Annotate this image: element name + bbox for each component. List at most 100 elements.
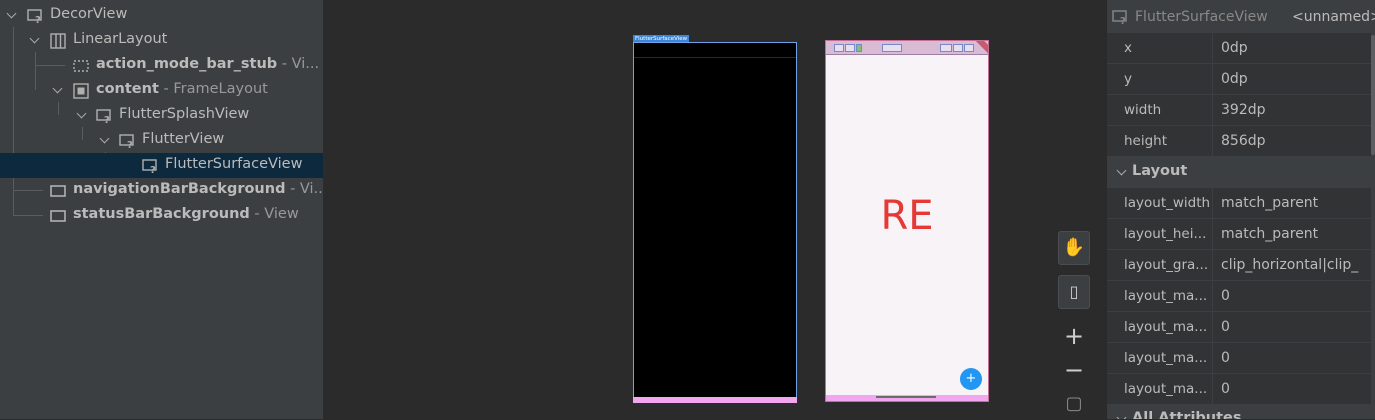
attr-row[interactable]: layout_ma... 0 xyxy=(1107,312,1371,343)
attributes-header: ? FlutterSurfaceView <unnamed> xyxy=(1107,0,1375,33)
attr-divider xyxy=(1212,188,1213,219)
tree-row-fluttersurfaceview[interactable]: ? FlutterSurfaceView xyxy=(0,153,323,178)
node-name: FlutterSplashView xyxy=(119,106,250,122)
node-separator: - xyxy=(249,206,265,222)
zoom-out-icon[interactable]: − xyxy=(1058,354,1090,386)
attr-divider xyxy=(1212,33,1213,64)
zoom-in-icon[interactable]: + xyxy=(1058,320,1090,352)
device-heading: RE xyxy=(880,193,934,239)
view-unknown-icon: ? xyxy=(1112,10,1127,25)
attr-row[interactable]: height 856dp xyxy=(1107,126,1371,157)
attr-row[interactable]: y 0dp xyxy=(1107,64,1371,95)
attr-divider xyxy=(1212,219,1213,250)
attr-row[interactable]: x 0dp xyxy=(1107,33,1371,64)
tree-row-action-mode-bar-stub[interactable]: action_mode_bar_stub - Vi... xyxy=(0,53,323,78)
wireframe-view[interactable] xyxy=(633,42,797,398)
node-name: action_mode_bar_stub xyxy=(96,56,278,72)
attr-key: layout_ma... xyxy=(1124,381,1208,397)
attr-row[interactable]: layout_width match_parent xyxy=(1107,188,1371,219)
svg-text:?: ? xyxy=(104,115,110,124)
chevron-down-icon[interactable] xyxy=(29,33,40,44)
scrollbar[interactable] xyxy=(1371,35,1375,155)
node-separator: - xyxy=(285,181,300,197)
section-title: All Attributes xyxy=(1132,410,1242,419)
tree-row-statusbarbackground[interactable]: statusBarBackground - View xyxy=(0,203,323,228)
chevron-down-icon[interactable] xyxy=(6,8,17,19)
node-name: navigationBarBackground xyxy=(73,181,286,197)
wireframe-divider xyxy=(634,57,796,58)
view-stub-icon xyxy=(73,60,89,72)
view-unknown-icon: ? xyxy=(119,134,134,149)
attr-value: 0dp xyxy=(1221,71,1248,87)
attributes-panel: ? FlutterSurfaceView <unnamed> x 0dp y 0dp… xyxy=(1107,0,1375,419)
attr-value: 0 xyxy=(1221,319,1230,335)
attr-divider xyxy=(1212,64,1213,95)
all-attributes-section-header[interactable]: All Attributes xyxy=(1107,404,1371,419)
device-status-bar xyxy=(826,41,988,55)
node-name: statusBarBackground xyxy=(73,206,250,222)
attr-row[interactable]: layout_gra... clip_horizontal|clip_ xyxy=(1107,250,1371,281)
node-type: Vi... xyxy=(291,56,320,72)
attr-key: layout_ma... xyxy=(1124,350,1208,366)
attr-row[interactable]: layout_hei... match_parent xyxy=(1107,219,1371,250)
attr-value: match_parent xyxy=(1221,226,1319,242)
node-name: content xyxy=(96,81,159,97)
attr-key: layout_gra... xyxy=(1124,257,1209,273)
selected-view-id: <unnamed> xyxy=(1292,9,1375,25)
attr-row[interactable]: layout_ma... 0 xyxy=(1107,343,1371,374)
attr-key: layout_ma... xyxy=(1124,288,1208,304)
layout-section-header[interactable]: Layout xyxy=(1107,157,1371,188)
chevron-down-icon[interactable] xyxy=(52,83,63,94)
attr-value: match_parent xyxy=(1221,195,1319,211)
tree-row-flutterview[interactable]: ? FlutterView xyxy=(0,128,323,153)
chevron-down-icon[interactable] xyxy=(99,133,110,144)
view-icon xyxy=(50,185,66,197)
fit-screen-icon[interactable]: ▢ xyxy=(1058,388,1090,420)
section-title: Layout xyxy=(1132,163,1188,179)
attr-key: height xyxy=(1124,133,1168,149)
canvas-toolbar: ✋ ▯ + − ▢ xyxy=(1058,231,1092,419)
node-type: View xyxy=(264,206,299,222)
fab-button[interactable]: + xyxy=(960,368,982,390)
svg-text:?: ? xyxy=(127,140,133,149)
attr-divider xyxy=(1212,281,1213,312)
attr-divider xyxy=(1212,374,1213,405)
node-separator: - xyxy=(277,56,292,72)
attr-key: width xyxy=(1124,102,1162,118)
view-icon xyxy=(50,210,66,222)
status-box xyxy=(964,44,974,52)
nav-pill xyxy=(876,396,936,398)
attr-key: layout_ma... xyxy=(1124,319,1208,335)
toggle-view-icon[interactable]: ▯ xyxy=(1058,275,1090,309)
attr-key: layout_hei... xyxy=(1124,226,1207,242)
tree-row-content[interactable]: content - FrameLayout xyxy=(0,78,323,103)
frame-layout-icon xyxy=(73,83,89,99)
attr-divider xyxy=(1212,126,1213,157)
chevron-down-icon[interactable] xyxy=(1116,412,1127,419)
tree-row-decorview[interactable]: ? DecorView xyxy=(0,3,323,28)
attr-value: 392dp xyxy=(1221,102,1266,118)
tree-row-fluttersplashview[interactable]: ? FlutterSplashView xyxy=(0,103,323,128)
svg-text:?: ? xyxy=(35,15,41,24)
node-name: FlutterView xyxy=(142,131,225,147)
chevron-down-icon[interactable] xyxy=(76,108,87,119)
attr-value: 0 xyxy=(1221,381,1230,397)
attr-row[interactable]: layout_ma... 0 xyxy=(1107,281,1371,312)
node-type: Vi... xyxy=(299,181,323,197)
view-unknown-icon: ? xyxy=(142,159,157,174)
attr-row[interactable]: layout_ma... 0 xyxy=(1107,374,1371,405)
attr-value: 856dp xyxy=(1221,133,1266,149)
attr-value: 0 xyxy=(1221,350,1230,366)
layout-canvas[interactable]: FlutterSurfaceView RE + xyxy=(323,0,1107,419)
chevron-down-icon[interactable] xyxy=(1116,165,1127,176)
status-box xyxy=(940,44,952,52)
attr-divider xyxy=(1212,343,1213,374)
svg-text:?: ? xyxy=(150,165,156,174)
tree-row-navigationbarbackground[interactable]: navigationBarBackground - Vi... xyxy=(0,178,323,203)
tree-row-linearlayout[interactable]: LinearLayout xyxy=(0,28,323,53)
pan-icon[interactable]: ✋ xyxy=(1058,231,1090,265)
attr-divider xyxy=(1212,312,1213,343)
attr-row[interactable]: width 392dp xyxy=(1107,95,1371,126)
device-render[interactable]: RE + xyxy=(825,40,989,402)
node-name: DecorView xyxy=(50,6,128,22)
